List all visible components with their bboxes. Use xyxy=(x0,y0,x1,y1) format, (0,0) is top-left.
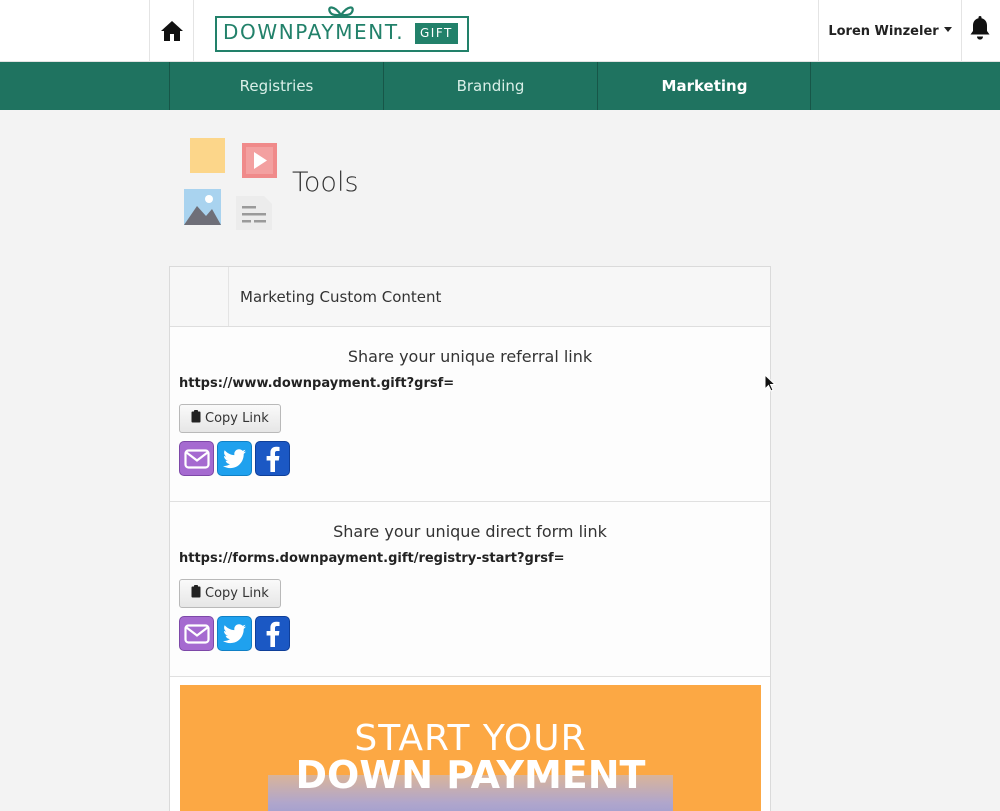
copy-link-button[interactable]: Copy Link xyxy=(179,404,281,433)
tab-marketing[interactable]: Marketing xyxy=(597,62,811,110)
share-facebook-button[interactable] xyxy=(255,616,290,651)
facebook-icon xyxy=(266,446,279,472)
tab-branding[interactable]: Branding xyxy=(383,62,597,110)
logo-text: DOWNPAYMENT. xyxy=(223,20,405,44)
logo-gift-badge: GIFT xyxy=(415,23,458,44)
user-menu[interactable]: Loren Winzeler xyxy=(818,0,962,62)
section-heading: Share your unique direct form link xyxy=(333,522,607,541)
home-button[interactable] xyxy=(149,0,194,62)
top-bar: DOWNPAYMENT. GIFT Loren Winzeler xyxy=(0,0,1000,62)
direct-form-link-url[interactable]: https://forms.downpayment.gift/registry-… xyxy=(179,551,565,566)
email-icon xyxy=(183,623,210,644)
share-twitter-button[interactable] xyxy=(217,616,252,651)
panel-header: Marketing Custom Content xyxy=(170,267,770,327)
panel-header-icon-slot xyxy=(170,267,229,326)
video-icon xyxy=(242,143,277,178)
home-icon xyxy=(160,21,183,41)
clipboard-icon xyxy=(191,585,201,602)
twitter-icon xyxy=(222,623,246,643)
document-icon xyxy=(236,196,272,230)
image-icon xyxy=(184,189,221,225)
referral-link-url[interactable]: https://www.downpayment.gift?grsf= xyxy=(179,376,454,391)
direct-form-link-section: Share your unique direct form link https… xyxy=(170,502,770,677)
user-name: Loren Winzeler xyxy=(828,23,939,39)
referral-link-section: Share your unique referral link https://… xyxy=(170,327,770,502)
promo-banner-image[interactable]: START YOUR DOWN PAYMENT xyxy=(180,685,761,811)
bell-icon xyxy=(970,16,990,40)
panel-title: Marketing Custom Content xyxy=(240,288,442,306)
share-facebook-button[interactable] xyxy=(255,441,290,476)
downpayment-gift-logo[interactable]: DOWNPAYMENT. GIFT xyxy=(215,3,469,53)
tools-illustration xyxy=(182,136,282,236)
mouse-cursor-icon xyxy=(764,374,776,392)
clipboard-icon xyxy=(191,410,201,427)
copy-link-button[interactable]: Copy Link xyxy=(179,579,281,608)
share-email-button[interactable] xyxy=(179,441,214,476)
main-nav: Registries Branding Marketing xyxy=(0,62,1000,110)
copy-link-label: Copy Link xyxy=(205,586,269,601)
twitter-icon xyxy=(222,448,246,468)
share-email-button[interactable] xyxy=(179,616,214,651)
tab-registries[interactable]: Registries xyxy=(169,62,383,110)
promo-line-2: DOWN PAYMENT xyxy=(295,753,646,797)
email-icon xyxy=(183,448,210,469)
page-title: Tools xyxy=(292,167,359,198)
nav-divider xyxy=(810,62,811,110)
notifications-button[interactable] xyxy=(968,14,992,46)
copy-link-label: Copy Link xyxy=(205,411,269,426)
section-heading: Share your unique referral link xyxy=(347,347,593,366)
sticky-note-icon xyxy=(190,138,225,173)
caret-down-icon xyxy=(943,26,952,32)
share-twitter-button[interactable] xyxy=(217,441,252,476)
marketing-panel: Marketing Custom Content Share your uniq… xyxy=(169,266,771,811)
facebook-icon xyxy=(266,621,279,647)
